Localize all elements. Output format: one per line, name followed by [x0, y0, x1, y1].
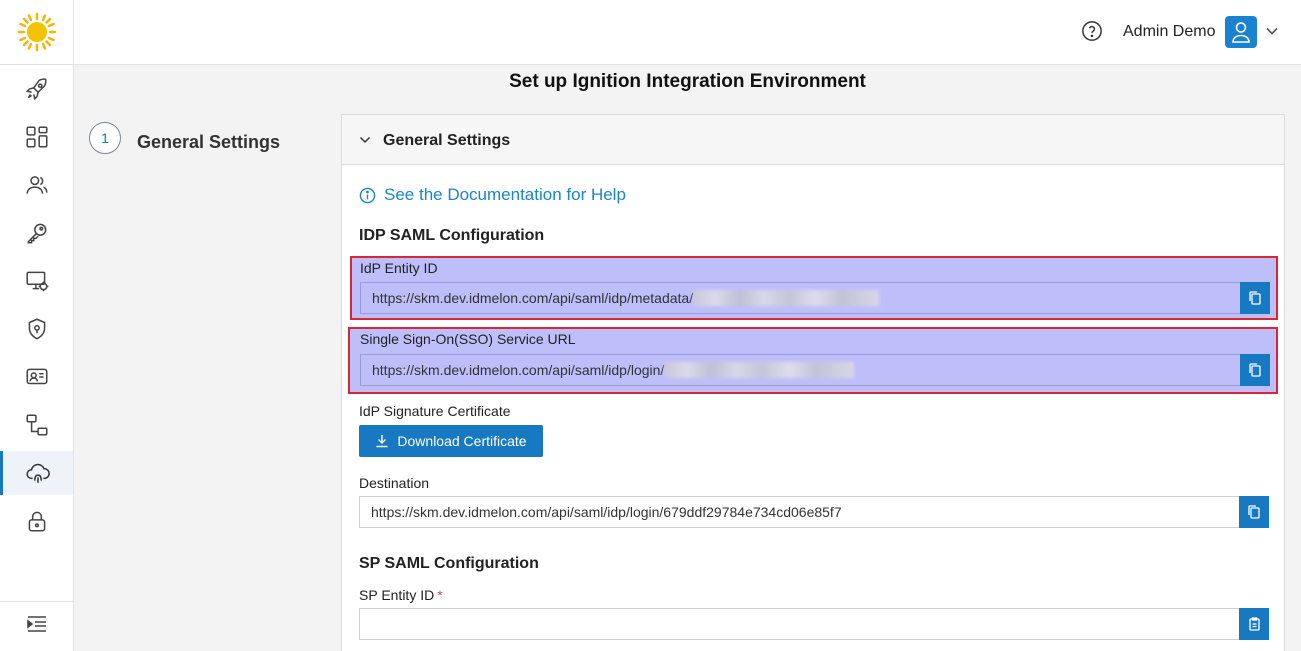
sp-entity-label: SP Entity ID * — [359, 587, 443, 603]
sp-entity-input[interactable] — [371, 616, 1228, 632]
info-icon — [359, 187, 376, 203]
top-bar: Admin Demo — [74, 0, 1301, 65]
idp-entity-value: https://skm.dev.idmelon.com/api/saml/idp… — [372, 290, 694, 306]
users-icon — [25, 176, 48, 194]
user-card-icon — [25, 368, 48, 385]
download-icon — [376, 435, 388, 448]
idp-entity-input[interactable]: https://skm.dev.idmelon.com/api/saml/idp… — [360, 282, 1240, 314]
cert-label: IdP Signature Certificate — [359, 403, 511, 419]
key-icon — [27, 223, 46, 244]
sun-logo[interactable] — [0, 0, 74, 65]
sidebar-collapse-button[interactable] — [0, 601, 73, 645]
idp-entity-field: https://skm.dev.idmelon.com/api/saml/idp… — [360, 282, 1270, 314]
sidebar-item-workflow[interactable] — [0, 403, 73, 447]
sp-section-heading: SP SAML Configuration — [359, 555, 539, 572]
sso-url-highlight: Single Sign-On(SSO) Service URL https://… — [348, 327, 1278, 394]
sidebar-item-rocket[interactable] — [0, 67, 73, 111]
idp-entity-label: IdP Entity ID — [360, 260, 438, 276]
copy-icon — [1249, 291, 1261, 305]
download-certificate-button[interactable]: Download Certificate — [359, 425, 543, 457]
monitor-settings-icon — [25, 271, 48, 292]
sp-entity-label-text: SP Entity ID — [359, 587, 435, 603]
sp-entity-input-wrap — [359, 608, 1239, 640]
sidebar-item-keys[interactable] — [0, 211, 73, 255]
documentation-link-label: See the Documentation for Help — [384, 185, 626, 204]
shield-icon — [28, 318, 45, 340]
workflow-icon — [25, 414, 48, 436]
copy-destination-button[interactable] — [1239, 496, 1269, 528]
sso-url-input[interactable]: https://skm.dev.idmelon.com/api/saml/idp… — [360, 354, 1240, 386]
sidebar — [0, 0, 74, 651]
required-marker: * — [437, 587, 443, 603]
destination-field: https://skm.dev.idmelon.com/api/saml/idp… — [359, 496, 1269, 528]
copy-icon — [1249, 363, 1261, 377]
cloud-fingerprint-icon — [26, 463, 50, 483]
step-number: 1 — [89, 122, 121, 154]
idp-section-heading: IDP SAML Configuration — [359, 227, 545, 244]
copy-idp-entity-button[interactable] — [1240, 282, 1270, 314]
user-name[interactable]: Admin Demo — [1123, 23, 1215, 41]
user-icon — [1232, 22, 1250, 43]
panel-header[interactable]: General Settings — [342, 115, 1284, 165]
sidebar-item-user-card[interactable] — [0, 355, 73, 399]
help-circle-icon[interactable] — [1081, 20, 1103, 42]
general-settings-panel: General Settings See the Documentation f… — [341, 114, 1285, 651]
avatar[interactable] — [1225, 16, 1257, 48]
download-certificate-label: Download Certificate — [397, 433, 527, 449]
sidebar-item-users[interactable] — [0, 163, 73, 207]
copy-sp-entity-button[interactable] — [1239, 608, 1269, 640]
sidebar-item-security[interactable] — [0, 307, 73, 351]
sso-url-label: Single Sign-On(SSO) Service URL — [360, 331, 576, 347]
rocket-icon — [25, 78, 47, 101]
sidebar-item-dashboard[interactable] — [0, 115, 73, 159]
step-label: General Settings — [137, 132, 281, 152]
sso-url-field: https://skm.dev.idmelon.com/api/saml/idp… — [360, 354, 1270, 386]
sidebar-item-devices[interactable] — [0, 259, 73, 303]
dashboard-icon — [25, 126, 48, 148]
destination-label: Destination — [359, 475, 430, 491]
copy-icon — [1248, 505, 1260, 519]
panel-title: General Settings — [383, 132, 511, 149]
sso-url-value: https://skm.dev.idmelon.com/api/saml/idp… — [372, 362, 665, 378]
lock-icon — [28, 511, 45, 532]
idp-entity-highlight: IdP Entity ID https://skm.dev.idmelon.co… — [350, 256, 1278, 320]
copy-sso-url-button[interactable] — [1240, 354, 1270, 386]
documentation-link[interactable]: See the Documentation for Help — [359, 185, 626, 205]
destination-value: https://skm.dev.idmelon.com/api/saml/idp… — [371, 504, 842, 520]
sidebar-item-lock[interactable] — [0, 499, 73, 543]
sidebar-item-integration[interactable] — [0, 451, 73, 495]
chevron-down-icon — [359, 136, 371, 144]
page-title: Set up Ignition Integration Environment — [509, 71, 866, 92]
redacted-value — [664, 362, 855, 378]
sp-entity-field — [359, 608, 1269, 640]
menu-collapse-icon — [26, 615, 46, 632]
chevron-down-icon[interactable] — [1265, 24, 1279, 38]
redacted-value — [693, 290, 880, 306]
sun-logo-icon — [17, 12, 57, 52]
paste-icon — [1249, 617, 1260, 631]
destination-input[interactable]: https://skm.dev.idmelon.com/api/saml/idp… — [359, 496, 1239, 528]
